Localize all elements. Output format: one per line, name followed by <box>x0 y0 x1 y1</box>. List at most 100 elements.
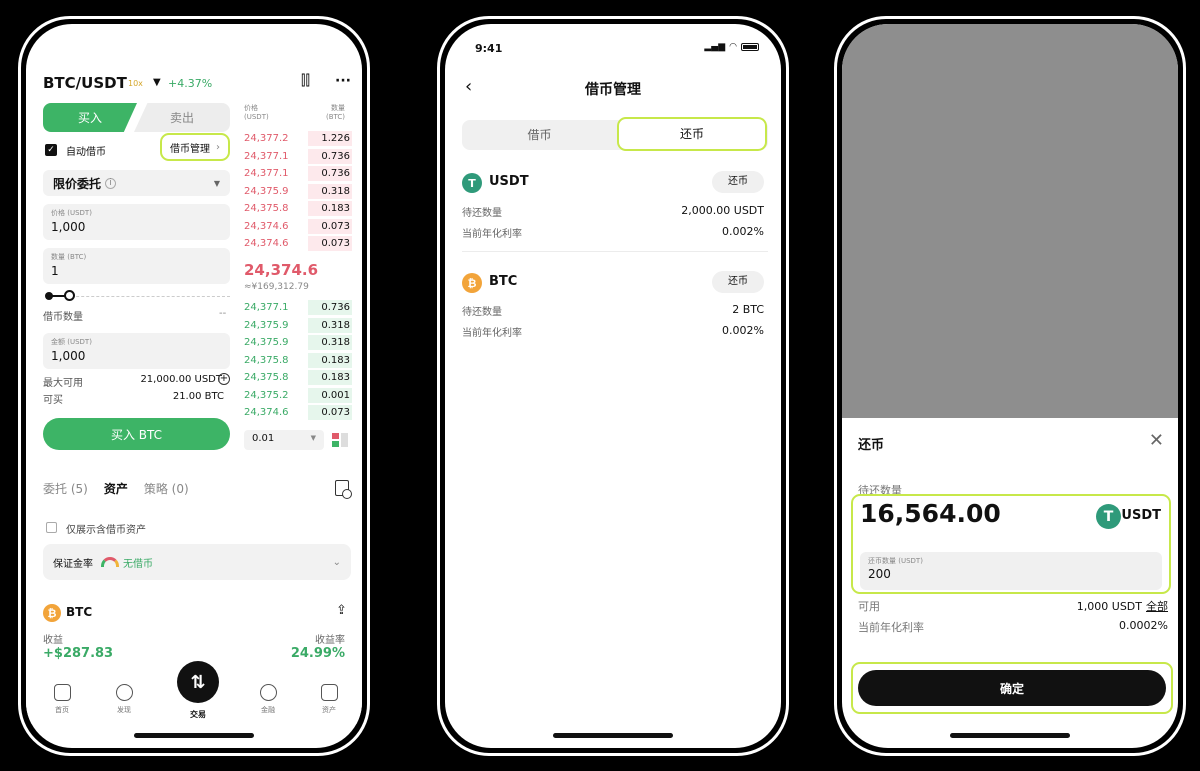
divider <box>462 251 768 252</box>
ask-row[interactable]: 24,374.6 0.073 <box>242 219 352 236</box>
due-label: 待还数量 <box>462 208 502 219</box>
ask-price: 24,377.1 <box>244 151 289 162</box>
nav-discover[interactable]: 发现 <box>104 684 144 715</box>
history-doc-icon[interactable] <box>335 480 352 499</box>
leverage-badge: 10x <box>128 79 143 88</box>
dim-overlay[interactable] <box>842 24 1178 418</box>
ask-row[interactable]: 24,377.1 0.736 <box>242 149 352 166</box>
auto-borrow-checkbox[interactable]: ✓ <box>45 144 57 156</box>
tab-orders[interactable]: 委托 (5) <box>43 480 88 497</box>
bid-price: 24,375.2 <box>244 390 289 401</box>
usdt-coin-icon: T <box>462 173 482 193</box>
all-link[interactable]: 全部 <box>1146 600 1168 613</box>
asset-name-btc: BTC <box>489 274 518 289</box>
pair-title[interactable]: BTC/USDT <box>43 74 127 92</box>
ask-price: 24,375.9 <box>244 186 289 197</box>
confirm-highlight: 确定 <box>851 662 1173 714</box>
ask-row[interactable]: 24,377.2 1.226 <box>242 131 352 148</box>
bid-qty: 0.318 <box>308 335 352 350</box>
total-input[interactable]: 金额 (USDT) 1,000 <box>43 333 230 369</box>
bid-qty: 0.073 <box>308 405 352 420</box>
order-type-label: 限价委托 <box>53 176 102 191</box>
tab-assets[interactable]: 资产 <box>104 480 128 497</box>
bid-qty: 0.001 <box>308 388 352 403</box>
rate-value: 0.0002% <box>1119 619 1168 632</box>
auto-borrow-label: 自动借币 <box>66 147 106 158</box>
orderbook-price-header: 价格 (USDT) <box>244 104 269 121</box>
borrow-qty-label: 借币数量 <box>43 312 83 323</box>
nav-finance[interactable]: 金融 <box>248 684 288 715</box>
depth-view-icon[interactable] <box>331 432 349 448</box>
available-value-group: 1,000 USDT 全部 <box>1077 598 1168 614</box>
confirm-button[interactable]: 确定 <box>858 670 1166 706</box>
repay-btc-button[interactable]: 还币 <box>712 271 764 293</box>
ask-price: 24,377.2 <box>244 133 289 144</box>
home-indicator <box>950 733 1070 738</box>
tab-repay[interactable]: 还币 <box>617 117 767 151</box>
borrow-manage-screen: 9:41 ▂▄▆ ◠ ‹ 借币管理 借币 还币 T USDT 还币 待还数量 2… <box>445 24 781 748</box>
slider-knob[interactable] <box>64 290 75 301</box>
btc-coin-icon: ₿ <box>462 273 482 293</box>
home-icon <box>53 684 71 701</box>
bid-row[interactable]: 24,375.9 0.318 <box>242 318 352 335</box>
repay-usdt-button[interactable]: 还币 <box>712 171 764 193</box>
buy-tab[interactable]: 买入 <box>43 103 137 132</box>
nav-home[interactable]: 首页 <box>42 684 82 715</box>
bid-price: 24,377.1 <box>244 302 289 313</box>
phone-trade-screen: BTC/USDT 10x ▼ +4.37% ⫿⫿ ··· 买入 卖出 ✓ 自动借… <box>18 16 370 756</box>
nav-home-label: 首页 <box>55 706 69 714</box>
swap-arrows-icon: ⇅ <box>190 671 206 693</box>
pair-dropdown-icon[interactable]: ▼ <box>153 77 161 88</box>
buy-btc-button[interactable]: 买入 BTC <box>43 418 230 450</box>
quantity-input[interactable]: 数量 (BTC) 1 <box>43 248 230 284</box>
buyable-label: 可买 <box>43 395 63 406</box>
nav-assets-label: 资产 <box>322 706 336 714</box>
tick-size-select[interactable]: 0.01 ▼ <box>244 430 324 450</box>
usdt-coin-icon: T <box>1096 504 1121 529</box>
last-price: 24,374.6 <box>244 261 319 279</box>
margin-ratio-bar[interactable]: 保证金率 无借币 ⌄ <box>43 544 351 580</box>
sell-tab[interactable]: 卖出 <box>134 103 230 132</box>
ask-row[interactable]: 24,375.9 0.318 <box>242 184 352 201</box>
caret-down-icon: ▼ <box>310 434 316 442</box>
bid-row[interactable]: 24,374.6 0.073 <box>242 405 352 422</box>
pnl-label: 收益 <box>43 635 63 646</box>
info-icon[interactable]: i <box>105 177 117 189</box>
wifi-icon: ◠ <box>729 42 737 52</box>
plus-circle-icon[interactable]: + <box>218 373 230 385</box>
close-icon[interactable]: ✕ <box>1149 430 1164 451</box>
ask-row[interactable]: 24,377.1 0.736 <box>242 166 352 183</box>
status-time: 9:41 <box>475 42 503 55</box>
ask-qty: 0.073 <box>308 219 352 234</box>
ask-row[interactable]: 24,374.6 0.073 <box>242 236 352 253</box>
bid-row[interactable]: 24,375.9 0.318 <box>242 335 352 352</box>
trade-screen: BTC/USDT 10x ▼ +4.37% ⫿⫿ ··· 买入 卖出 ✓ 自动借… <box>26 24 362 748</box>
home-indicator <box>553 733 673 738</box>
repay-amount-group: 16,564.00 T USDT 还币数量 (USDT) 200 <box>851 494 1171 594</box>
nav-assets[interactable]: 资产 <box>309 684 349 715</box>
share-icon[interactable]: ⇪ <box>336 603 347 618</box>
bid-row[interactable]: 24,375.8 0.183 <box>242 353 352 370</box>
bid-row[interactable]: 24,375.8 0.183 <box>242 370 352 387</box>
more-icon[interactable]: ··· <box>335 73 351 89</box>
position-tabs: 委托 (5) 资产 策略 (0) <box>43 480 189 497</box>
tab-borrow[interactable]: 借币 <box>462 120 617 150</box>
candlestick-icon[interactable]: ⫿⫿ <box>301 73 310 89</box>
price-change: +4.37% <box>168 77 213 90</box>
tab-strategies[interactable]: 策略 (0) <box>144 480 189 497</box>
only-borrow-checkbox[interactable] <box>46 522 57 533</box>
rate-value-btc: 0.002% <box>722 324 764 337</box>
repay-quantity-input[interactable]: 还币数量 (USDT) 200 <box>860 552 1162 590</box>
borrow-manage-button[interactable]: 借币管理 › <box>160 133 230 161</box>
bid-price: 24,375.9 <box>244 320 289 331</box>
nav-trade-label: 交易 <box>190 710 206 719</box>
price-input[interactable]: 价格 (USDT) 1,000 <box>43 204 230 240</box>
order-type-select[interactable]: 限价委托 i ▼ <box>43 170 230 196</box>
bid-qty: 0.736 <box>308 300 352 315</box>
trade-fab-button[interactable]: ⇅ <box>177 661 219 703</box>
bid-row[interactable]: 24,375.2 0.001 <box>242 388 352 405</box>
price-value: 1,000 <box>51 220 86 234</box>
bid-row[interactable]: 24,377.1 0.736 <box>242 300 352 317</box>
available-label: 可用 <box>858 600 880 613</box>
ask-row[interactable]: 24,375.8 0.183 <box>242 201 352 218</box>
